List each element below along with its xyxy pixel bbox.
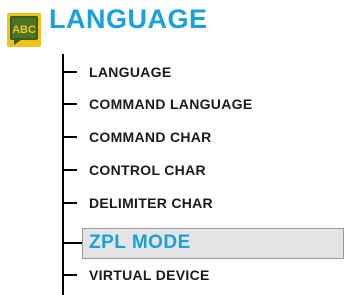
tree-branch-line (62, 103, 77, 105)
menu-item-label: COMMAND CHAR (89, 129, 212, 145)
menu-item-control-char[interactable]: CONTROL CHAR (62, 155, 344, 185)
header: ABC LANGUAGE (0, 0, 344, 48)
page-title: LANGUAGE (49, 4, 208, 34)
menu-item-command-language[interactable]: COMMAND LANGUAGE (62, 89, 344, 119)
menu-item-language[interactable]: LANGUAGE (62, 57, 344, 87)
icon-text: ABC (12, 24, 36, 36)
menu-item-label: LANGUAGE (89, 64, 172, 80)
tree-branch-line (62, 202, 77, 204)
menu-item-virtual-device[interactable]: VIRTUAL DEVICE (62, 260, 344, 290)
menu-item-zpl-mode[interactable]: ZPL MODE (62, 228, 344, 259)
menu-item-label: VIRTUAL DEVICE (89, 267, 210, 283)
tree-branch-line (62, 274, 77, 276)
tree-branch-line (62, 71, 77, 73)
tree-branch-line (62, 242, 82, 244)
menu-item-command-char[interactable]: COMMAND CHAR (62, 122, 344, 152)
tree-branch-line (62, 136, 77, 138)
menu-item-label: COMMAND LANGUAGE (89, 96, 253, 112)
menu-item-label: CONTROL CHAR (89, 162, 206, 178)
tree-branch-line (62, 169, 77, 171)
menu-item-label: DELIMITER CHAR (89, 195, 213, 211)
settings-menu-tree: LANGUAGE COMMAND LANGUAGE COMMAND CHAR C… (62, 54, 344, 295)
menu-item-label: ZPL MODE (89, 232, 191, 253)
abc-language-icon: ABC (7, 13, 41, 47)
menu-item-delimiter-char[interactable]: DELIMITER CHAR (62, 188, 344, 218)
